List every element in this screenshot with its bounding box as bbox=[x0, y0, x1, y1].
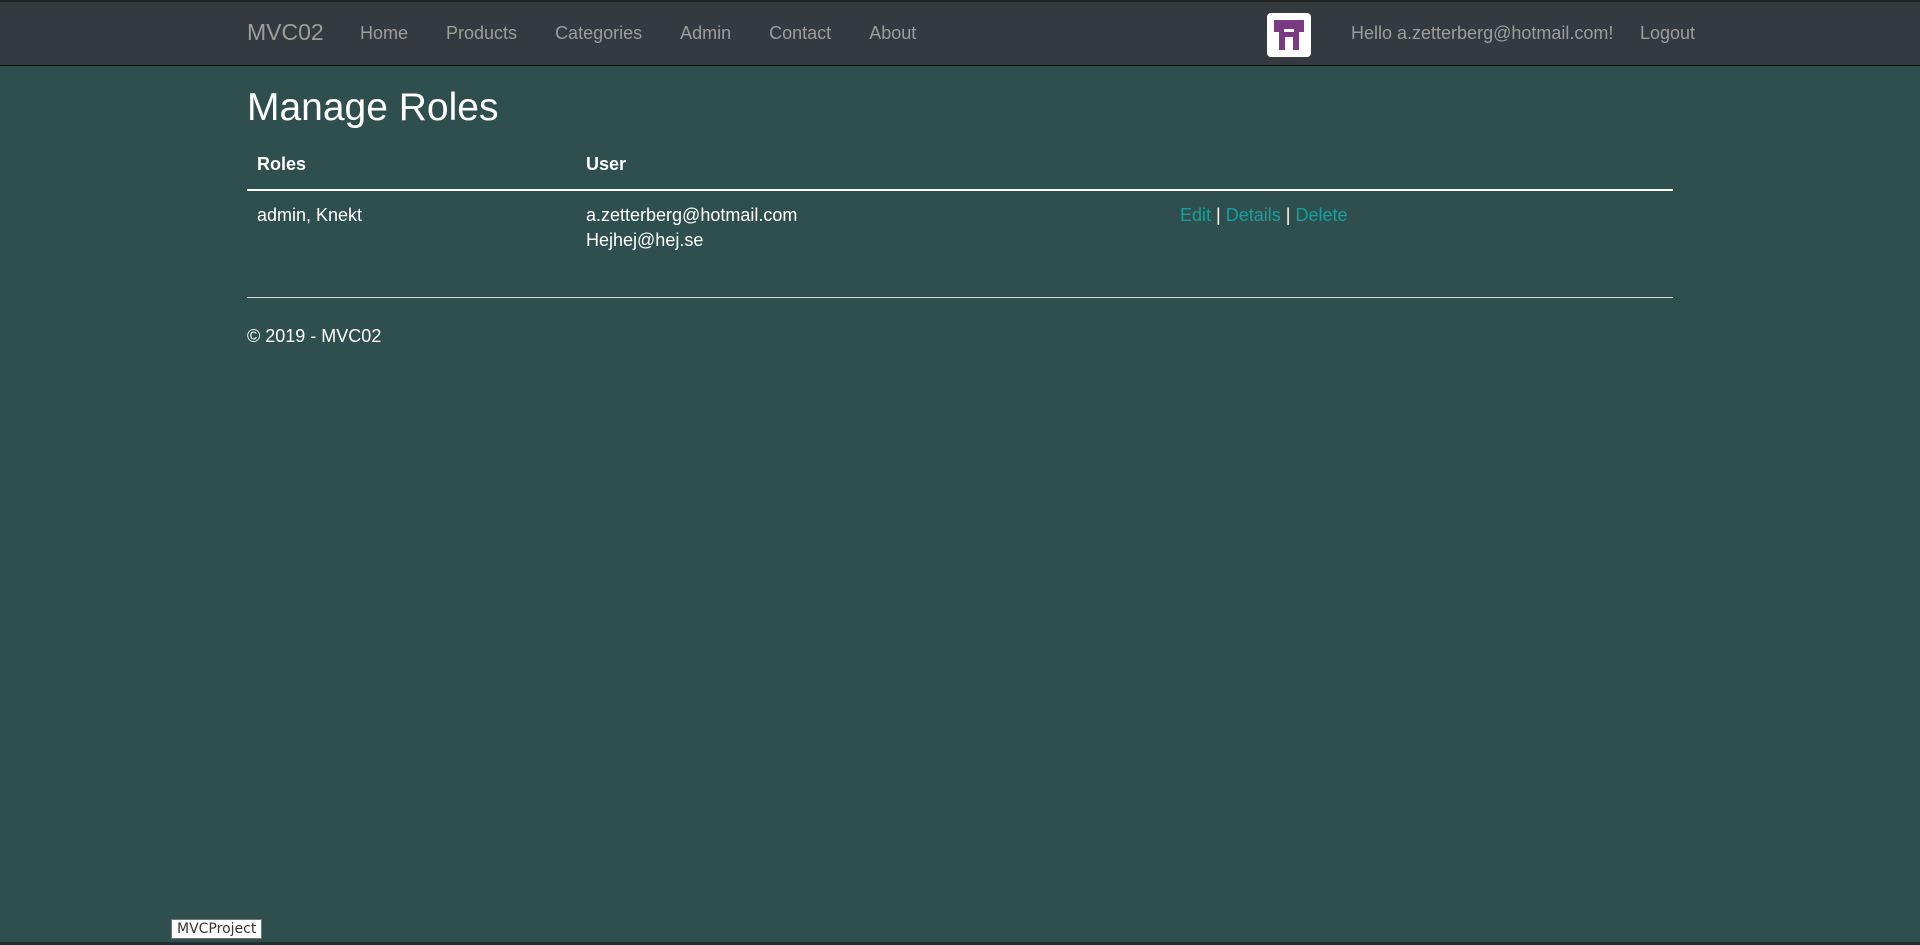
footer-copyright: © 2019 - MVC02 bbox=[247, 326, 382, 346]
nav-about[interactable]: About bbox=[869, 23, 916, 44]
brand-link[interactable]: MVC02 bbox=[247, 19, 324, 46]
user-email: a.zetterberg@hotmail.com bbox=[586, 205, 798, 225]
details-link[interactable]: Details bbox=[1226, 205, 1281, 225]
header-roles: Roles bbox=[247, 148, 576, 191]
nav-categories[interactable]: Categories bbox=[555, 23, 642, 44]
user-cell: a.zetterberg@hotmail.com Hejhej@hej.se bbox=[576, 190, 1170, 267]
link-separator: | bbox=[1216, 205, 1221, 225]
nav-products[interactable]: Products bbox=[446, 23, 517, 44]
nav-contact[interactable]: Contact bbox=[769, 23, 831, 44]
nav-links: Home Products Categories Admin Contact A… bbox=[360, 23, 954, 44]
roles-table: Roles User admin, Knekt a.zetterberg@hot… bbox=[247, 148, 1673, 267]
nav-admin[interactable]: Admin bbox=[680, 23, 731, 44]
tooltip: MVCProject bbox=[171, 919, 263, 939]
link-separator: | bbox=[1285, 205, 1291, 225]
nav-home[interactable]: Home bbox=[360, 23, 408, 44]
header-user: User bbox=[576, 148, 1170, 191]
delete-link[interactable]: Delete bbox=[1296, 205, 1348, 225]
roles-cell: admin, Knekt bbox=[257, 205, 363, 225]
pixel-avatar-icon[interactable] bbox=[1267, 13, 1311, 57]
footer-divider bbox=[247, 297, 1673, 298]
header-actions bbox=[1170, 148, 1673, 191]
edit-link[interactable]: Edit bbox=[1180, 205, 1211, 225]
table-header-row: Roles User bbox=[247, 148, 1673, 191]
page-title: Manage Roles bbox=[247, 86, 499, 129]
table-row: admin, Knekt a.zetterberg@hotmail.com He… bbox=[247, 190, 1673, 267]
actions-cell: Edit | Details | Delete bbox=[1170, 190, 1673, 267]
user-greeting-link[interactable]: Hello a.zetterberg@hotmail.com! bbox=[1351, 23, 1613, 44]
top-navbar: MVC02 Home Products Categories Admin Con… bbox=[0, 0, 1920, 66]
logout-link[interactable]: Logout bbox=[1640, 23, 1695, 44]
user-email: Hejhej@hej.se bbox=[586, 230, 704, 250]
